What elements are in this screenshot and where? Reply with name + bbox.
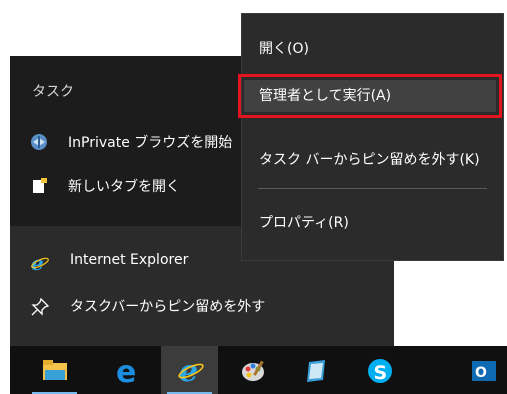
context-menu-item-open[interactable]: 開く(O)	[242, 28, 503, 66]
svg-text:O: O	[475, 365, 487, 381]
taskbar-button-outlook[interactable]: O	[454, 346, 507, 394]
svg-text:S: S	[374, 362, 388, 384]
taskbar-button-edge[interactable]: e	[99, 346, 156, 394]
context-menu: 開く(O) 管理者として実行(A) タスク バーからピン留めを外す(K) プロパ…	[238, 14, 503, 260]
context-menu-item-label: 開く(O)	[259, 41, 309, 57]
svg-text:e: e	[116, 358, 136, 384]
jump-list-item-label: タスクバーからピン留めを外す	[70, 299, 266, 315]
taskbar-button-skype[interactable]: S	[350, 346, 407, 394]
context-menu-item-label: プロパティ(R)	[259, 215, 349, 231]
jump-list-item-label: 新しいタブを開く	[68, 179, 180, 195]
new-tab-icon	[30, 177, 48, 195]
internet-explorer-icon: e	[30, 251, 49, 275]
taskbar-button-file-explorer[interactable]	[26, 346, 83, 394]
jump-list-section-title: タスク	[32, 84, 74, 100]
taskbar: e e S O	[10, 346, 507, 394]
context-menu-item-properties[interactable]: プロパティ(R)	[242, 202, 503, 240]
taskbar-button-paint[interactable]	[224, 346, 281, 394]
context-menu-item-unpin[interactable]: タスク バーからピン留めを外す(K)	[242, 139, 503, 177]
context-menu-item-label: 管理者として実行(A)	[259, 88, 392, 104]
unpin-icon	[30, 297, 50, 316]
jump-list-item-label: InPrivate ブラウズを開始	[68, 135, 233, 151]
taskbar-button-internet-explorer[interactable]: e	[161, 346, 218, 394]
menu-separator	[258, 188, 487, 189]
context-menu-item-run-as-admin[interactable]: 管理者として実行(A)	[238, 74, 502, 118]
svg-text:e: e	[31, 253, 44, 273]
context-menu-item-label: タスク バーからピン留めを外す(K)	[259, 152, 480, 168]
taskbar-button-notes[interactable]	[287, 346, 344, 394]
jump-list-item-label: Internet Explorer	[70, 252, 189, 268]
inprivate-icon	[30, 133, 48, 151]
jump-list-item-unpin[interactable]: タスクバーからピン留めを外す	[10, 288, 394, 324]
